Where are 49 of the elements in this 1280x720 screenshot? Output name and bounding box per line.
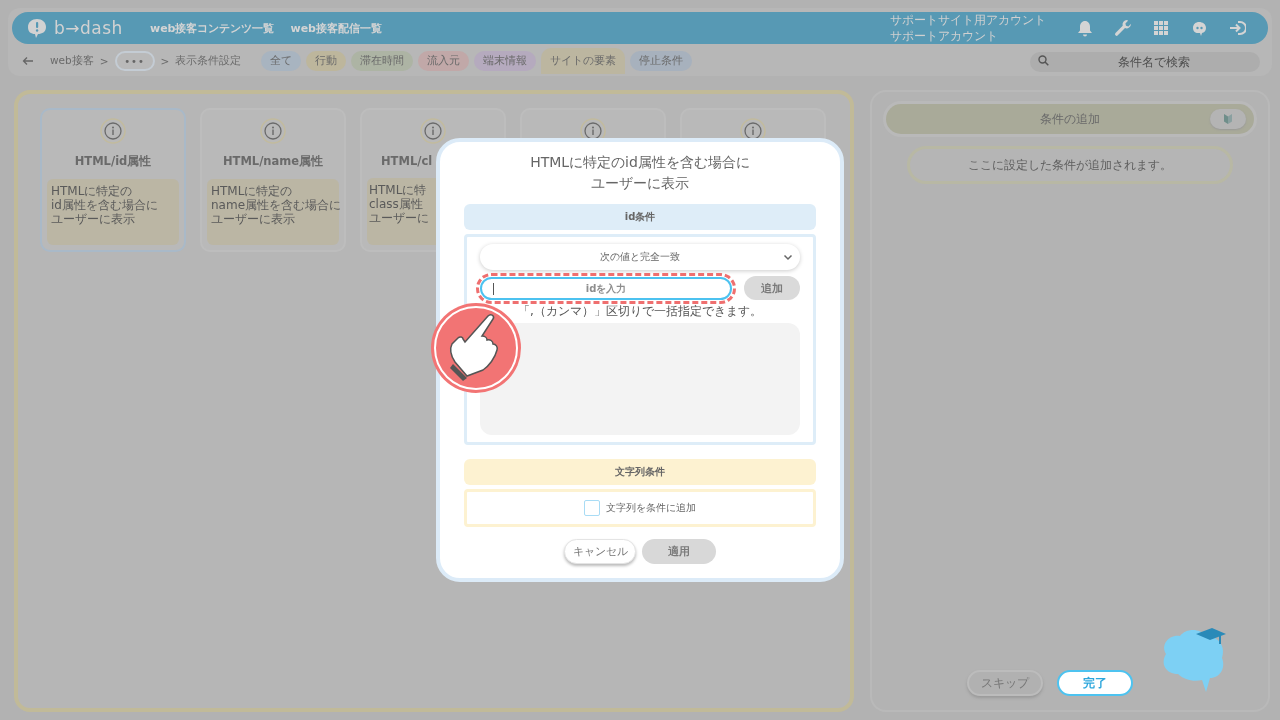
info-icon — [260, 118, 286, 144]
cancel-button[interactable]: キャンセル — [564, 539, 636, 564]
back-arrow-icon[interactable] — [22, 56, 34, 66]
condition-card[interactable]: HTML/id属性 HTMLに特定の id属性を含む場合に ユーザーに表示 — [40, 108, 186, 252]
breadcrumb-separator: > — [160, 55, 170, 67]
card-title: HTML/name属性 — [222, 154, 324, 169]
match-type-select[interactable]: 次の値と完全一致 — [480, 244, 800, 270]
more-button[interactable]: ••• — [114, 51, 155, 71]
filter-tab[interactable]: サイトの要素 — [541, 48, 626, 74]
empty-message: ここに設定した条件が追加されます。 — [907, 146, 1233, 184]
nav-link[interactable]: web接客配信一覧 — [290, 20, 382, 36]
card-description: HTMLに特定の name属性を含む場合に ユーザーに表示 — [207, 179, 339, 245]
wrench-icon[interactable] — [1114, 19, 1132, 37]
card-title: HTML/cl — [380, 154, 433, 168]
section-header: id条件 — [464, 204, 816, 230]
id-input-field[interactable]: idを入力 — [480, 276, 732, 300]
breadcrumb-current: 表示条件設定 — [175, 54, 242, 68]
card-title: HTML/id属性 — [74, 154, 152, 169]
nav-link[interactable]: web接客コンテンツ一覧 — [150, 20, 275, 36]
id-list-field[interactable] — [480, 323, 800, 435]
filter-tab[interactable]: 端末情報 — [474, 51, 537, 71]
checkbox[interactable] — [584, 500, 600, 516]
grid-icon[interactable] — [1152, 19, 1170, 37]
sign-in-icon[interactable] — [1228, 19, 1246, 37]
done-button[interactable]: 完了 — [1057, 670, 1133, 696]
section-header: 文字列条件 — [464, 459, 816, 485]
account-name: サポートサイト用アカウント — [890, 12, 1046, 28]
breadcrumb-link[interactable]: web接客 — [50, 54, 94, 68]
checkbox-label[interactable]: 文字列を条件に追加 — [606, 501, 696, 515]
beginner-mark-icon[interactable] — [1210, 109, 1246, 129]
account-name: サポートアカウント — [890, 28, 999, 44]
search-icon — [1038, 55, 1049, 66]
search-field[interactable]: 条件名で検索 — [1030, 52, 1260, 72]
panel-title: 条件の追加 — [1040, 111, 1100, 127]
breadcrumb-separator: > — [99, 55, 109, 67]
filter-tab[interactable]: 行動 — [306, 51, 347, 71]
card-description: HTMLに特定の id属性を含む場合に ユーザーに表示 — [47, 179, 179, 245]
dialog-title: HTMLに特定のid属性を含む場合に ユーザーに表示 — [529, 153, 751, 193]
hint-text: 「,（カンマ）」区切りで一括指定できます。 — [517, 303, 763, 320]
condition-card[interactable]: HTML/name属性 HTMLに特定の name属性を含む場合に ユーザーに表示 — [200, 108, 346, 252]
cloud-face-icon[interactable] — [1190, 19, 1208, 37]
filter-tab[interactable]: 停止条件 — [630, 51, 693, 71]
bell-icon[interactable] — [1076, 19, 1094, 37]
logo-text: b→dash — [54, 18, 123, 38]
info-icon — [420, 118, 446, 144]
filter-tab[interactable]: 流入元 — [418, 51, 470, 71]
info-icon — [100, 118, 126, 144]
filter-tab[interactable]: 全て — [261, 51, 302, 71]
filter-tab[interactable]: 滞在時間 — [351, 51, 414, 71]
